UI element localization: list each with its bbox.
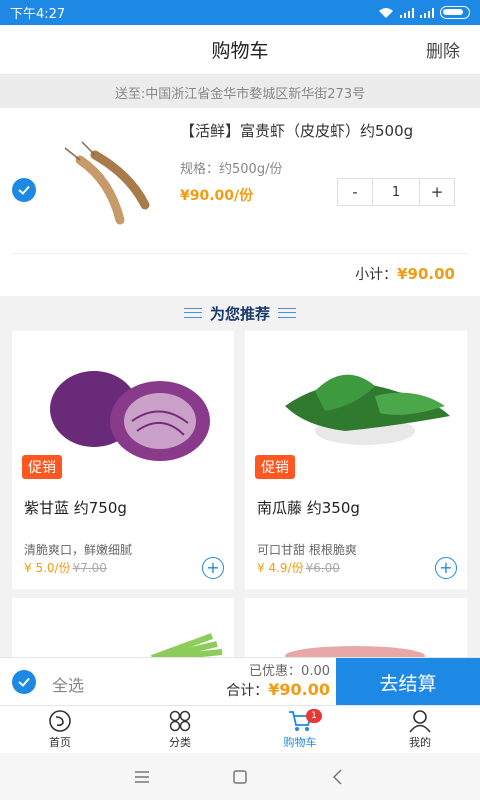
tab-label: 我的 [409, 736, 431, 749]
battery-icon [440, 6, 470, 19]
delivery-address[interactable]: 送至:中国浙江省金华市婺城区新华街273号 [0, 76, 480, 108]
delete-button[interactable]: 删除 [426, 37, 460, 62]
add-to-cart-button[interactable]: + [202, 557, 224, 579]
card-price-value: ¥ 4.9/份 [257, 561, 304, 575]
product-image[interactable] [60, 140, 160, 230]
checkout-button[interactable]: 去结算 [336, 658, 480, 706]
tab-cart[interactable]: 购物车 1 [240, 706, 360, 753]
tab-bar: 首页 分类 购物车 1 我的 [0, 705, 480, 753]
subtotal-label: 小计： [355, 267, 398, 283]
tab-label: 首页 [49, 736, 71, 749]
header: 购物车 删除 [0, 25, 480, 75]
decor-lines-icon [278, 308, 296, 318]
home-square-icon[interactable] [231, 768, 249, 786]
total-label: 合计： [226, 683, 269, 699]
product-image [285, 374, 450, 445]
wifi-icon [379, 7, 393, 18]
product-card[interactable]: 促销 南瓜藤 约350g 可口甘甜 根根脆爽 ¥ 4.9/份 ¥6.00 + [245, 331, 467, 589]
promo-badge: 促销 [255, 455, 295, 479]
product-price: ¥90.00/份 [180, 188, 254, 204]
checkout-bar: 全选 已优惠：0.00 合计：¥90.00 去结算 [0, 657, 480, 706]
tab-profile[interactable]: 我的 [360, 706, 480, 753]
decrease-button[interactable]: - [338, 179, 372, 205]
select-all-label[interactable]: 全选 [52, 672, 84, 696]
status-bar: 下午4:27 [0, 0, 480, 25]
promo-badge: 促销 [22, 455, 62, 479]
user-icon [409, 710, 431, 733]
card-desc: 清脆爽口，鲜嫩细腻 [24, 543, 133, 557]
product-name[interactable]: 【活鲜】富贵虾（皮皮虾）约500g [180, 120, 413, 141]
product-card[interactable]: 促销 紫甘蓝 约750g 清脆爽口，鲜嫩细腻 ¥ 5.0/份 ¥7.00 + [12, 331, 234, 589]
card-name: 南瓜藤 约350g [257, 499, 360, 517]
signal-icon [400, 7, 414, 18]
card-desc: 可口甘甜 根根脆爽 [257, 543, 357, 557]
select-all-checkbox[interactable] [12, 670, 36, 694]
cart-item: 【活鲜】富贵虾（皮皮虾）约500g 规格：约500g/份 ¥90.00/份 - … [0, 108, 480, 296]
back-icon[interactable] [329, 768, 347, 786]
product-spec: 规格：约500g/份 [180, 162, 283, 177]
home-shrimp-icon [49, 710, 71, 732]
product-image [50, 371, 210, 461]
check-icon [18, 677, 30, 687]
tab-label: 分类 [169, 736, 191, 749]
subtotal-amount: ¥90.00 [397, 265, 455, 283]
card-price: ¥ 4.9/份 ¥6.00 [257, 559, 340, 576]
quantity-input[interactable]: 1 [372, 179, 420, 205]
card-price: ¥ 5.0/份 ¥7.00 [24, 559, 107, 576]
total-amount: ¥90.00 [268, 680, 330, 699]
card-old-price: ¥7.00 [72, 561, 107, 575]
card-price-value: ¥ 5.0/份 [24, 561, 71, 575]
page-title: 购物车 [211, 40, 269, 62]
category-icon [169, 710, 191, 732]
cart-badge: 1 [306, 709, 322, 723]
tab-home[interactable]: 首页 [0, 706, 120, 753]
card-name: 紫甘蓝 约750g [24, 499, 127, 517]
status-time: 下午4:27 [10, 7, 66, 22]
total: 合计：¥90.00 [226, 680, 330, 700]
system-nav-bar [0, 753, 480, 800]
increase-button[interactable]: + [420, 179, 454, 205]
recommend-header: 为您推荐 [0, 298, 480, 328]
card-old-price: ¥6.00 [305, 561, 340, 575]
product-card[interactable] [245, 598, 467, 666]
product-card[interactable] [12, 598, 234, 661]
decor-lines-icon [183, 308, 202, 318]
recommend-title: 为您推荐 [209, 304, 270, 323]
add-to-cart-button[interactable]: + [435, 557, 457, 579]
subtotal: 小计：¥90.00 [355, 264, 455, 284]
signal-icon [420, 7, 434, 18]
quantity-stepper: - 1 + [337, 178, 455, 206]
discount-text: 已优惠：0.00 [249, 664, 330, 679]
item-checkbox[interactable] [12, 178, 36, 202]
check-icon [18, 185, 30, 195]
menu-icon[interactable] [133, 768, 151, 786]
tab-label: 购物车 [283, 736, 317, 749]
tab-category[interactable]: 分类 [120, 706, 240, 753]
divider [12, 253, 468, 254]
